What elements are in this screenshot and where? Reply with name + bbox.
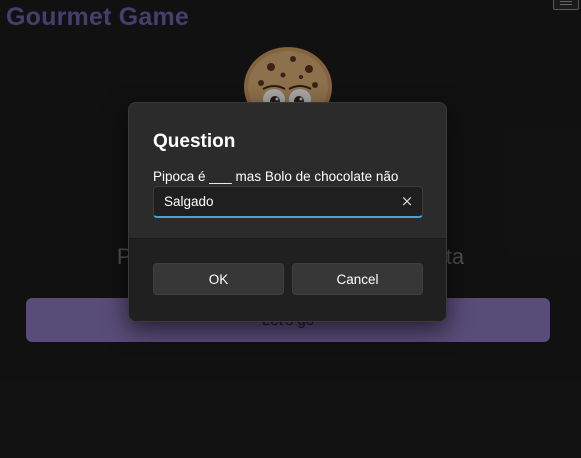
app-window: Gourmet Game Pense em um prato que você … [0, 0, 581, 458]
answer-field[interactable]: × [153, 186, 423, 218]
question-dialog: Question Pipoca é ___ mas Bolo de chocol… [128, 102, 447, 322]
question-label: Pipoca é ___ mas Bolo de chocolate não [153, 169, 399, 184]
ok-button[interactable]: OK [153, 263, 284, 295]
cancel-button[interactable]: Cancel [292, 263, 423, 295]
close-icon[interactable]: × [398, 192, 416, 210]
dialog-footer: OK Cancel [129, 238, 446, 321]
answer-input[interactable] [164, 187, 389, 216]
dialog-title: Question [153, 131, 236, 152]
dialog-body: Question Pipoca é ___ mas Bolo de chocol… [129, 103, 446, 241]
